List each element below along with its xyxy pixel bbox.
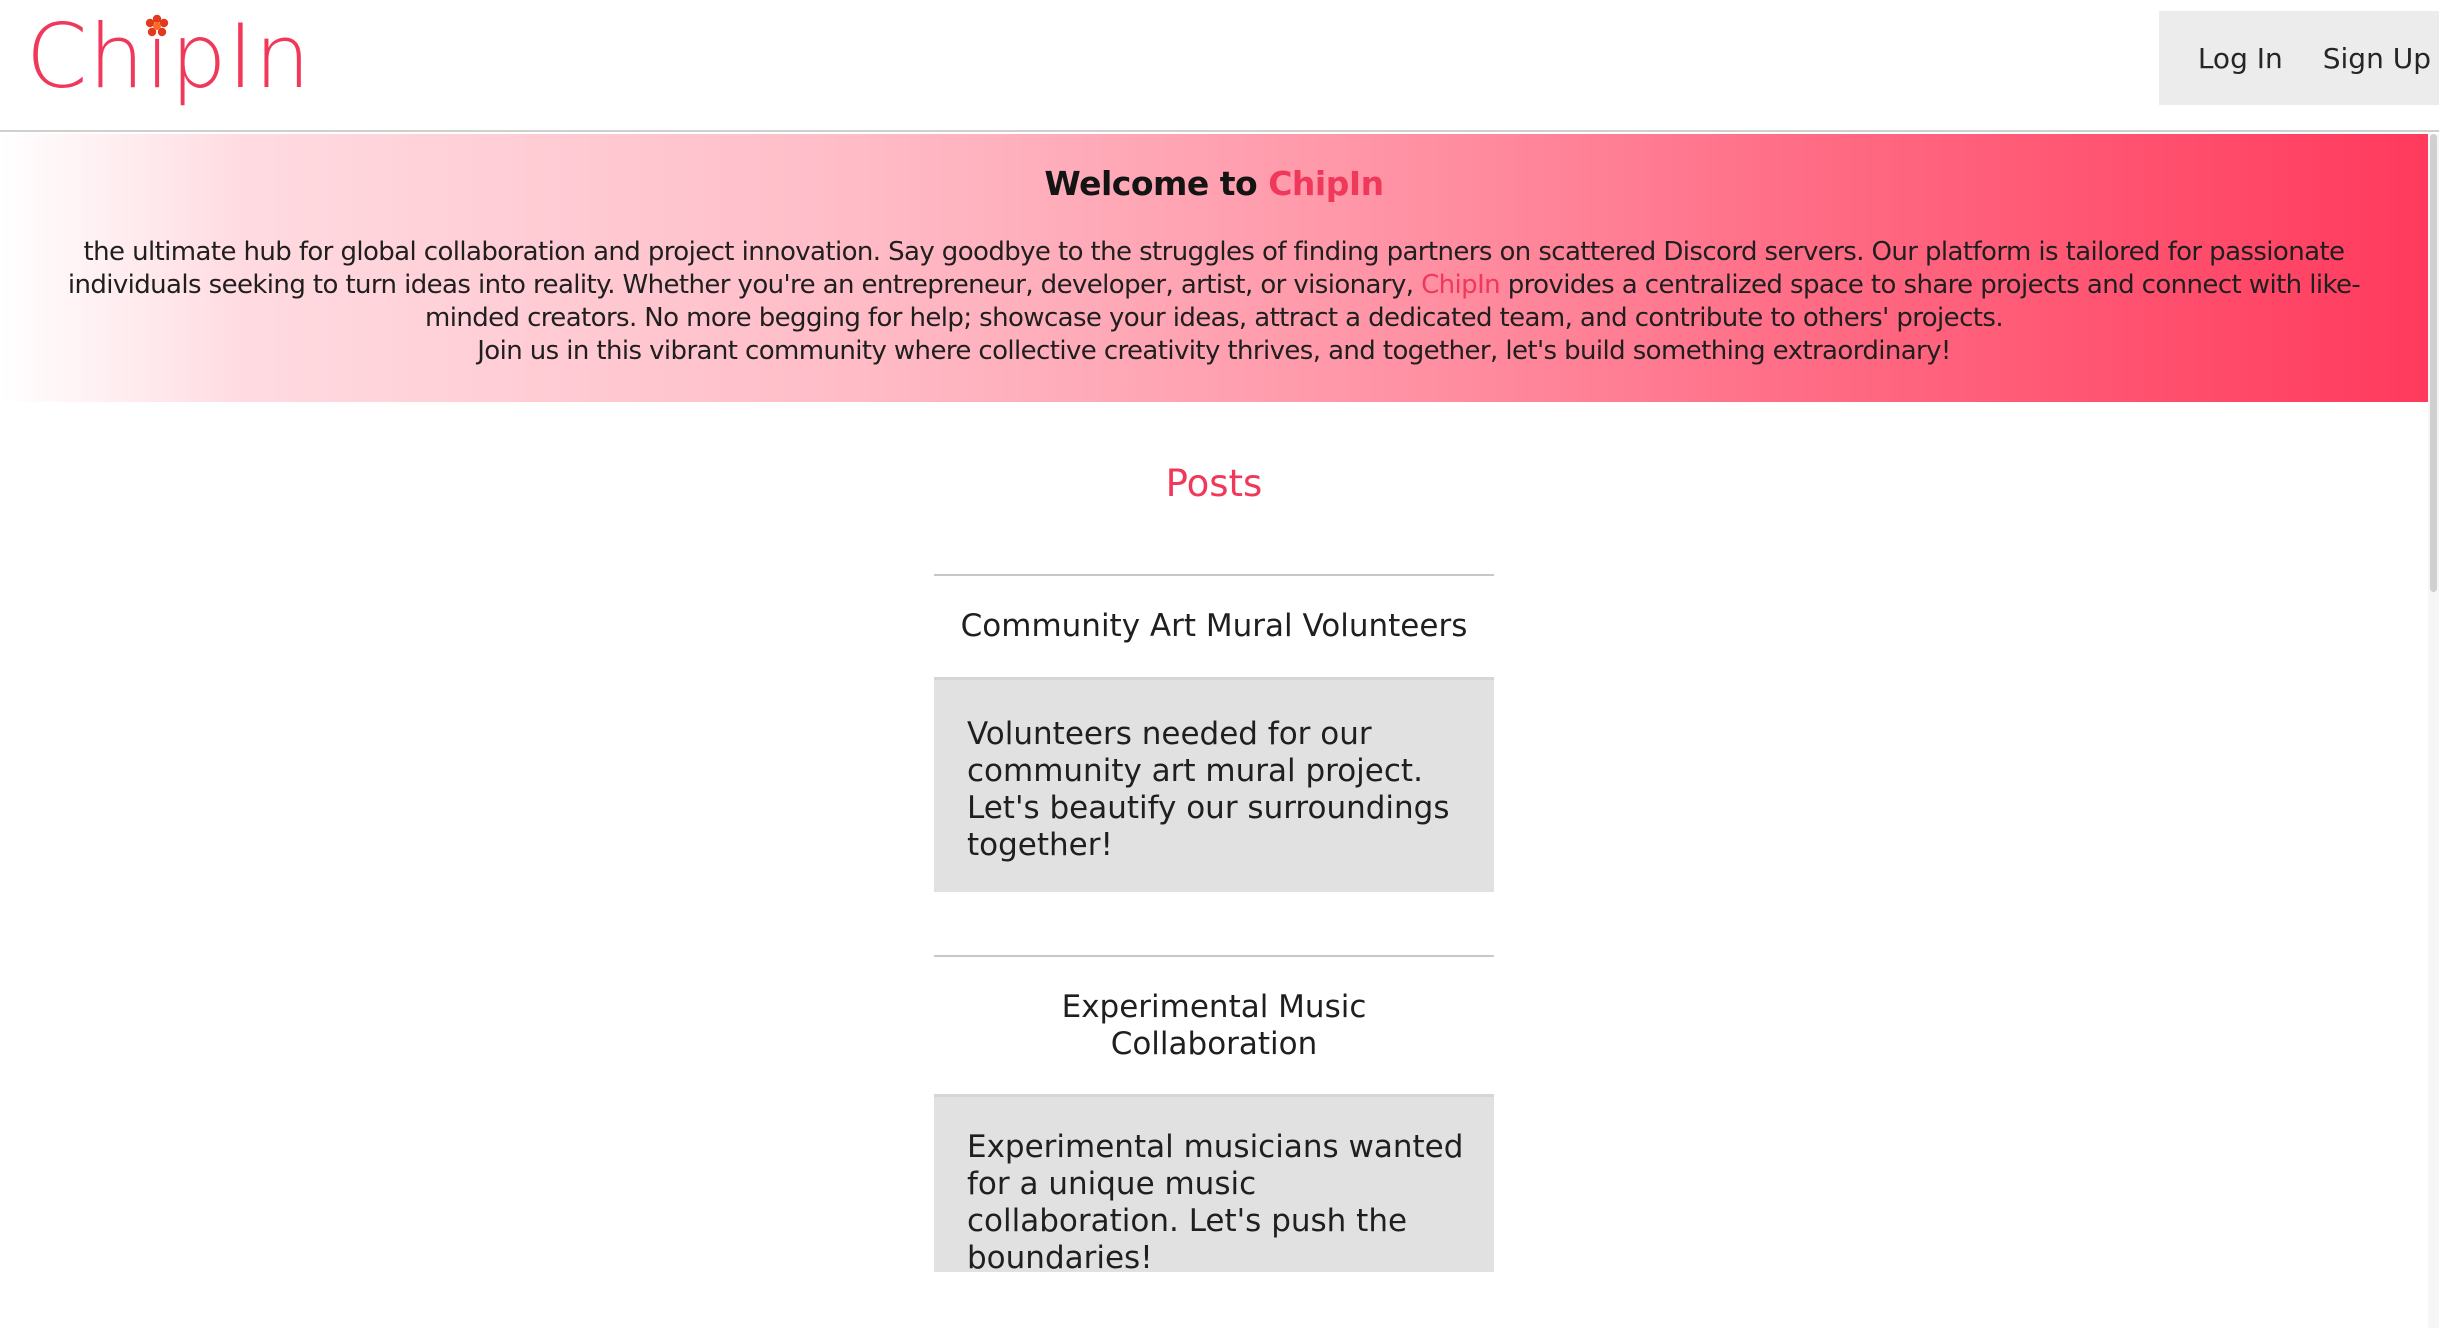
- scrollbar-thumb[interactable]: [2430, 134, 2437, 592]
- post-card[interactable]: Experimental Music Collaboration Experim…: [934, 955, 1494, 1276]
- page: ChipIn Log In Sign Up Welcome to ChipIn: [0, 0, 2439, 1328]
- logo-link[interactable]: ChipIn: [26, 2, 311, 112]
- page-scrollbar[interactable]: [2428, 134, 2439, 1328]
- welcome-description: the ultimate hub for global collaboratio…: [30, 236, 2398, 368]
- welcome-banner: Welcome to ChipIn the ultimate hub for g…: [0, 134, 2428, 402]
- signup-link[interactable]: Sign Up: [2323, 42, 2431, 75]
- post-card[interactable]: Community Art Mural Volunteers Volunteer…: [934, 574, 1494, 892]
- posts-heading: Posts: [1165, 462, 1263, 505]
- welcome-title-brand: ChipIn: [1268, 164, 1384, 203]
- flower-icon: [145, 14, 169, 37]
- post-title[interactable]: Community Art Mural Volunteers: [934, 576, 1494, 680]
- welcome-title: Welcome to ChipIn: [0, 164, 2428, 203]
- welcome-text-part-3: Join us in this vibrant community where …: [477, 336, 1951, 366]
- post-body: Experimental musicians wanted for a uniq…: [934, 1097, 1494, 1276]
- post-title[interactable]: Experimental Music Collaboration: [934, 957, 1494, 1097]
- site-header: ChipIn Log In Sign Up: [0, 0, 2439, 132]
- auth-nav: Log In Sign Up: [2159, 11, 2439, 105]
- post-body: Volunteers needed for our community art …: [934, 680, 1494, 892]
- welcome-title-prefix: Welcome to: [1044, 164, 1258, 203]
- welcome-text-brand: ChipIn: [1421, 270, 1501, 300]
- login-link[interactable]: Log In: [2198, 42, 2283, 75]
